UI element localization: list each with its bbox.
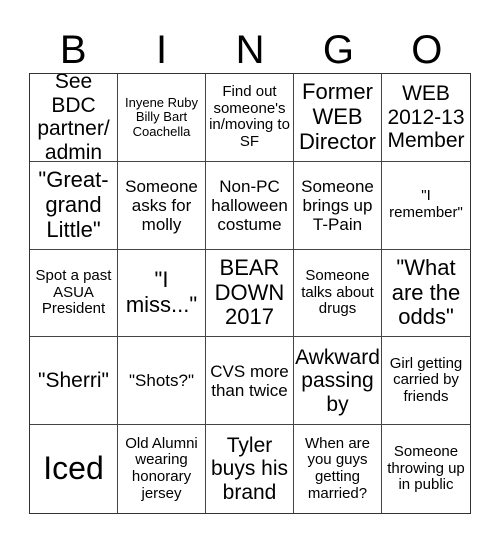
header-letter-b: B: [59, 28, 87, 72]
bingo-grid: See BDC partner/ admin Inyene Ruby Billy…: [29, 73, 471, 514]
bingo-cell[interactable]: Find out someone's in/moving to SF: [206, 74, 294, 162]
bingo-cell[interactable]: "Great-grand Little": [30, 161, 118, 250]
bingo-cell[interactable]: Someone throwing up in public: [382, 425, 470, 513]
bingo-cell[interactable]: Someone asks for molly: [118, 161, 206, 250]
bingo-cell[interactable]: Girl getting carried by friends: [382, 337, 470, 426]
bingo-cell[interactable]: Old Alumni wearing honorary jersey: [118, 425, 206, 513]
bingo-cell[interactable]: WEB 2012-13 Member: [382, 74, 470, 162]
bingo-cell[interactable]: "Shots?": [118, 337, 206, 426]
header-letter-i: I: [156, 28, 168, 72]
bingo-cell[interactable]: Someone brings up T-Pain: [294, 161, 382, 250]
bingo-cell[interactable]: CVS more than twice: [206, 337, 294, 426]
bingo-cell[interactable]: When are you guys getting married?: [294, 425, 382, 513]
bingo-header: B I N G O: [29, 28, 471, 72]
bingo-cell[interactable]: Spot a past ASUA President: [30, 249, 118, 338]
bingo-cell[interactable]: Former WEB Director: [294, 74, 382, 162]
header-letter-g: G: [322, 28, 354, 72]
bingo-cell[interactable]: Inyene Ruby Billy Bart Coachella: [118, 74, 206, 162]
bingo-cell[interactable]: Non-PC halloween costume: [206, 161, 294, 250]
bingo-cell[interactable]: BEAR DOWN 2017: [206, 249, 294, 338]
bingo-cell[interactable]: "What are the odds": [382, 250, 470, 338]
bingo-cell[interactable]: "Sherri": [30, 337, 118, 426]
bingo-cell[interactable]: Awkward passing by: [294, 337, 382, 426]
bingo-cell[interactable]: Tyler buys his brand: [206, 425, 294, 513]
bingo-cell[interactable]: See BDC partner/ admin: [30, 74, 118, 162]
bingo-cell[interactable]: Iced: [30, 425, 118, 513]
header-letter-o: O: [411, 28, 443, 72]
bingo-cell[interactable]: "I remember": [382, 162, 470, 250]
header-letter-n: N: [235, 28, 265, 72]
bingo-cell[interactable]: Someone talks about drugs: [294, 249, 382, 338]
bingo-cell[interactable]: "I miss...": [118, 249, 206, 338]
